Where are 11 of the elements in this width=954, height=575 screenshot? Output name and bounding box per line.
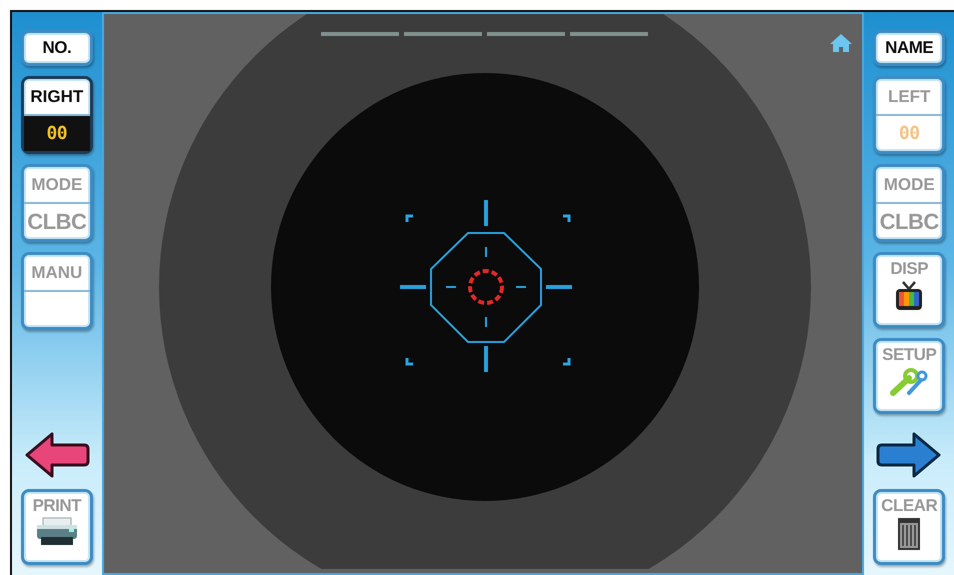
left-arrow-icon[interactable] bbox=[24, 431, 90, 479]
eye-select-button[interactable]: RIGHT 00 bbox=[20, 76, 93, 154]
right-arrow-icon[interactable] bbox=[876, 431, 942, 479]
trash-icon bbox=[896, 517, 922, 551]
name-button[interactable]: NAME bbox=[873, 30, 946, 66]
target-circle-drawing bbox=[468, 269, 504, 305]
tv-icon bbox=[894, 280, 924, 312]
printer-icon bbox=[34, 517, 79, 547]
number-button[interactable]: NO. bbox=[20, 30, 93, 66]
wrench-icon bbox=[889, 366, 930, 396]
home-icon[interactable] bbox=[830, 34, 852, 52]
